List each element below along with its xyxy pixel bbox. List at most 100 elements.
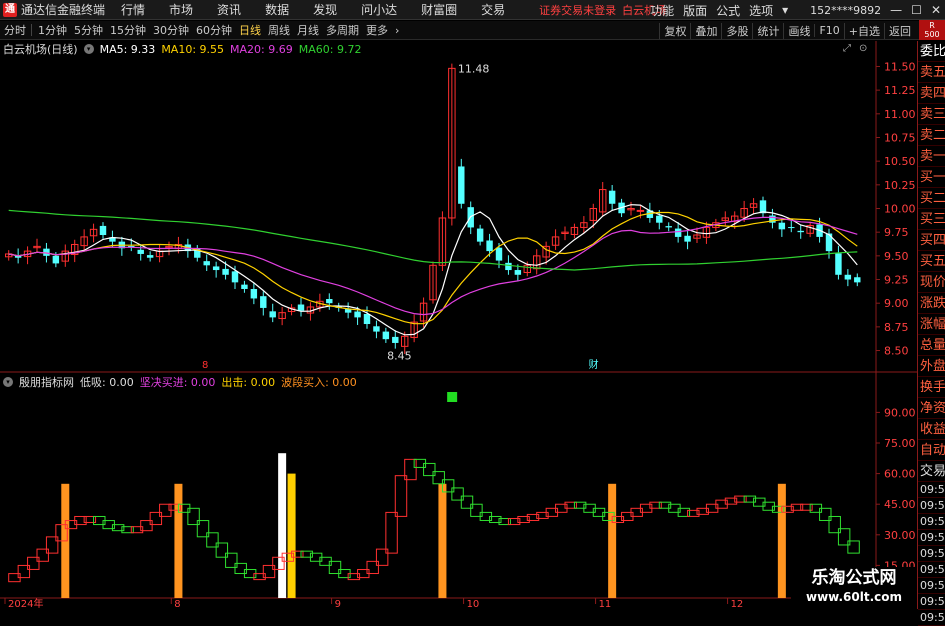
candle-body-down bbox=[137, 249, 144, 254]
side-item[interactable]: 卖二 bbox=[918, 125, 945, 146]
y-tick-label: 9.25 bbox=[884, 274, 909, 287]
y-tick-label: 8.75 bbox=[884, 321, 909, 334]
x-tick-label: 11 bbox=[599, 599, 612, 609]
indicator-column-orange bbox=[608, 483, 617, 598]
side-item[interactable]: 卖一 bbox=[918, 146, 945, 167]
indicator-column-orange bbox=[777, 483, 786, 598]
side-item[interactable]: 总量 bbox=[918, 335, 945, 356]
month-marker: 8 bbox=[202, 360, 208, 371]
sub-y-tick-label: 90.00 bbox=[884, 406, 916, 419]
ma60-label: MA60: 9.72 bbox=[298, 42, 362, 56]
indicator-firm-buy: 坚决买进: 0.00 bbox=[139, 376, 216, 389]
ma5-label: MA5: 9.33 bbox=[99, 42, 156, 56]
side-item[interactable]: 买五 bbox=[918, 251, 945, 272]
candle-body-down bbox=[52, 255, 60, 264]
x-tick-label: 2024年 bbox=[8, 597, 43, 609]
side-item[interactable]: 外盘 bbox=[918, 356, 945, 377]
side-item-trade[interactable]: 自动 bbox=[918, 440, 945, 461]
side-item[interactable]: 委比 bbox=[918, 41, 945, 62]
chart-window-controls: ⤢ ⊙ bbox=[843, 43, 867, 54]
low-price-annotation: 8.45 bbox=[387, 349, 412, 362]
side-item[interactable]: 买一 bbox=[918, 167, 945, 188]
candle-body-down bbox=[835, 253, 842, 275]
close-icon[interactable]: ✕ bbox=[931, 3, 941, 17]
candle-body-down bbox=[203, 261, 210, 266]
maximize-chart-icon[interactable]: ⤢ bbox=[843, 43, 851, 54]
high-price-annotation: 11.48 bbox=[458, 62, 490, 75]
y-tick-label: 10.25 bbox=[884, 179, 916, 192]
y-tick-label: 9.00 bbox=[884, 297, 909, 310]
candle-body-down bbox=[212, 266, 220, 271]
candle-body-down bbox=[476, 228, 484, 242]
y-tick-label: 10.75 bbox=[884, 131, 916, 144]
r-badge[interactable]: R 500 bbox=[919, 20, 945, 40]
side-item[interactable]: 卖四 bbox=[918, 83, 945, 104]
candle-body-down bbox=[382, 331, 390, 340]
candle-body-down bbox=[788, 227, 795, 229]
quote-side-panel: 委比 卖五 卖四 卖三 卖二 卖一 买一 买二 买三 买四 买五 现价 涨跌 涨幅 总量 外盘 换手 净资 收益 自动… bbox=[917, 41, 945, 626]
indicator-column-orange bbox=[174, 483, 183, 598]
candle-body-down bbox=[260, 296, 267, 308]
candle-body-down bbox=[486, 240, 493, 252]
candle-body-down bbox=[505, 262, 512, 271]
candle-body-up bbox=[636, 209, 645, 212]
y-tick-label: 9.50 bbox=[884, 250, 909, 263]
side-time: 09:53 bbox=[918, 547, 945, 562]
ma-line-ma60 bbox=[8, 209, 858, 271]
indicator-title[interactable]: 殷朋指标网 bbox=[19, 374, 74, 390]
side-item-trade[interactable]: 交易 bbox=[918, 461, 945, 482]
sub-y-tick-label: 75.00 bbox=[884, 437, 916, 450]
side-time: 09:53 bbox=[918, 499, 945, 514]
y-tick-label: 8.50 bbox=[884, 345, 909, 358]
candle-body-down bbox=[250, 288, 258, 299]
r-badge-number: 500 bbox=[924, 30, 940, 39]
side-item[interactable]: 卖五 bbox=[918, 62, 945, 83]
watermark-url: www.60lt.com bbox=[805, 590, 903, 604]
side-item[interactable]: 卖三 bbox=[918, 104, 945, 125]
candle-body-down bbox=[797, 230, 804, 233]
candle-body-down bbox=[241, 284, 248, 289]
candle-body-down bbox=[231, 271, 239, 283]
side-time: 09:53 bbox=[918, 531, 945, 546]
candle-body-down bbox=[222, 268, 229, 275]
candle-body-down bbox=[778, 222, 786, 230]
side-item[interactable]: 涨跌 bbox=[918, 293, 945, 314]
candle-body-down bbox=[392, 336, 399, 343]
candle-body-down bbox=[854, 277, 861, 283]
settings-circle-icon[interactable]: ▾ bbox=[83, 44, 94, 54]
indicator-settings-icon[interactable]: ▾ bbox=[3, 377, 13, 387]
indicator-column-orange bbox=[438, 483, 447, 598]
y-tick-label: 10.50 bbox=[884, 155, 916, 168]
side-item[interactable]: 买三 bbox=[918, 209, 945, 230]
indicator-column-white bbox=[278, 453, 287, 598]
ma20-label: MA20: 9.69 bbox=[230, 42, 293, 56]
indicator-column-yellow bbox=[287, 473, 296, 598]
indicator-low-buy: 低吸: 0.00 bbox=[80, 376, 134, 389]
sub-y-tick-label: 30.00 bbox=[884, 529, 916, 542]
x-tick-label: 10 bbox=[467, 599, 480, 609]
ma10-label: MA10: 9.55 bbox=[161, 42, 225, 56]
side-item[interactable]: 换手 bbox=[918, 377, 945, 398]
chart-canvas[interactable]: 11.50 11.25 11.00 10.75 10.50 10.25 10.00 9.75 9… bbox=[0, 0, 917, 609]
side-time: 09:53 bbox=[918, 483, 945, 498]
x-tick-label: 8 bbox=[174, 599, 180, 609]
y-tick-label: 11.00 bbox=[884, 108, 916, 121]
candle-body-down bbox=[844, 274, 852, 280]
main-legend: 白云机场(日线) ▾ MA5: 9.33 MA10: 9.55 MA20: 9.… bbox=[3, 42, 362, 57]
side-item[interactable]: 买四 bbox=[918, 230, 945, 251]
candle-body-down bbox=[99, 225, 107, 236]
signal-marker bbox=[447, 392, 458, 402]
side-item[interactable]: 净资 bbox=[918, 398, 945, 419]
candle-body-down bbox=[458, 166, 465, 204]
side-item[interactable]: 收益 bbox=[918, 419, 945, 440]
side-item[interactable]: 涨幅 bbox=[918, 314, 945, 335]
pin-icon[interactable]: ⊙ bbox=[859, 43, 867, 54]
candle-body-down bbox=[363, 313, 371, 325]
candle-body-down bbox=[146, 255, 154, 258]
candle-body-down bbox=[608, 190, 616, 204]
candle-body-down bbox=[665, 226, 672, 228]
side-item[interactable]: 现价 bbox=[918, 272, 945, 293]
sub-y-tick-label: 45.00 bbox=[884, 498, 916, 511]
side-item[interactable]: 买二 bbox=[918, 188, 945, 209]
watermark: 乐淘公式网 www.60lt.com bbox=[791, 567, 917, 609]
